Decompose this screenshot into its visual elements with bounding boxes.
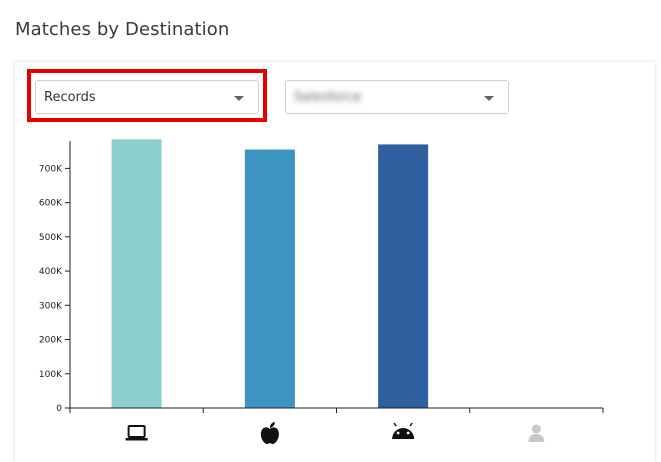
bar-android[interactable] [378, 144, 429, 408]
y-tick-label: 0 [56, 404, 62, 414]
y-tick-label: 100K [39, 370, 63, 380]
y-tick-label: 700K [39, 164, 63, 174]
y-tick-label: 300K [39, 301, 63, 311]
bar-apple[interactable] [244, 149, 295, 409]
x-axis-icons [125, 422, 545, 444]
laptop-icon [125, 425, 148, 441]
bars [111, 139, 429, 409]
y-tick-label: 600K [39, 199, 63, 209]
y-axis: 0 100K 200K 300K 400K 500K 600K 700K [39, 141, 71, 414]
bar-desktop[interactable] [111, 139, 162, 409]
apple-icon [260, 422, 279, 444]
bar-chart: 0 100K 200K 300K 400K 500K 600K 700K [39, 139, 604, 444]
x-axis [69, 407, 604, 413]
android-icon [392, 422, 415, 439]
y-tick-label: 200K [39, 336, 63, 346]
person-icon [528, 424, 545, 442]
y-tick-label: 500K [39, 233, 63, 243]
y-tick-label: 400K [39, 267, 63, 277]
